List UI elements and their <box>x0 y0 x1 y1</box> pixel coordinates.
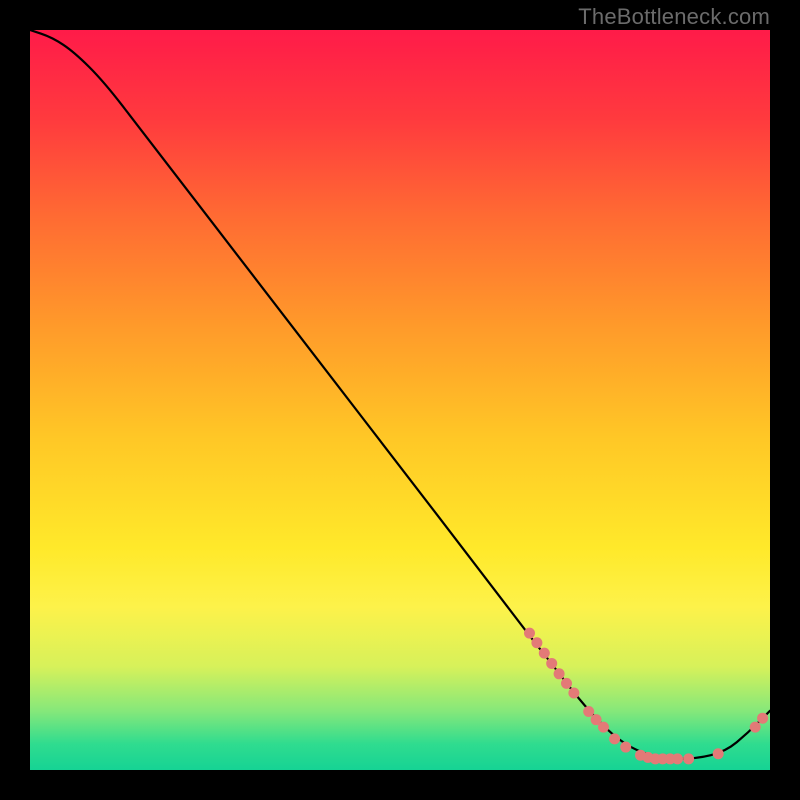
marker-point <box>609 733 620 744</box>
marker-point <box>683 753 694 764</box>
marker-point <box>757 713 768 724</box>
marker-point <box>713 748 724 759</box>
marker-point <box>531 637 542 648</box>
chart-container: TheBottleneck.com <box>0 0 800 800</box>
marker-point <box>672 753 683 764</box>
marker-point <box>546 658 557 669</box>
marker-point <box>620 742 631 753</box>
marker-point <box>554 668 565 679</box>
marker-point <box>598 722 609 733</box>
attribution-text: TheBottleneck.com <box>578 4 770 30</box>
marker-point <box>524 628 535 639</box>
marker-point <box>583 706 594 717</box>
gradient-background <box>30 30 770 770</box>
marker-point <box>568 688 579 699</box>
marker-point <box>539 648 550 659</box>
plot-area <box>30 30 770 770</box>
marker-point <box>561 678 572 689</box>
chart-svg <box>30 30 770 770</box>
marker-point <box>750 722 761 733</box>
